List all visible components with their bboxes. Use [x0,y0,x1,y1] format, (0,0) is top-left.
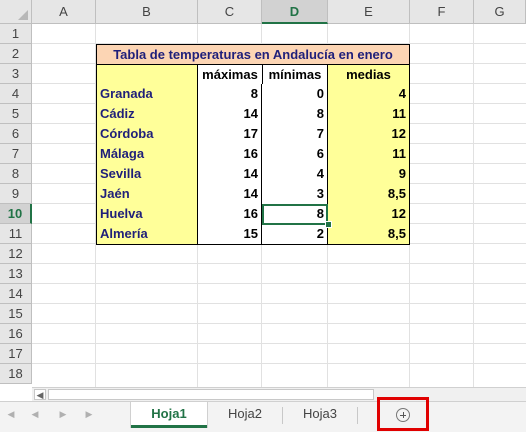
row-header-2[interactable]: 2 [0,44,32,64]
column-header-e[interactable]: E [328,0,410,24]
min-cell[interactable]: 4 [262,164,328,185]
max-cell[interactable]: 14 [198,104,262,125]
city-cell[interactable]: Sevilla [96,164,198,185]
header-minimas-cell[interactable]: mínimas [262,64,328,85]
sheet-tab-hoja1[interactable]: Hoja1 [131,402,207,428]
gridline [32,343,526,344]
plus-circle-icon[interactable] [396,408,410,422]
row-header-9[interactable]: 9 [0,184,32,204]
gridline [32,363,526,364]
gridline [32,263,526,264]
gridline [32,303,526,304]
table-title-cell[interactable]: Tabla de temperaturas en Andalucía en en… [96,44,410,65]
max-cell[interactable]: 15 [198,224,262,245]
column-header-b[interactable]: B [96,0,198,24]
min-cell[interactable]: 2 [262,224,328,245]
row-header-3[interactable]: 3 [0,64,32,84]
max-cell[interactable]: 14 [198,184,262,205]
column-header-f[interactable]: F [410,0,474,24]
min-cell[interactable]: 6 [262,144,328,165]
city-cell[interactable]: Málaga [96,144,198,165]
city-cell[interactable]: Cádiz [96,104,198,125]
add-sheet-button[interactable] [377,397,429,431]
row-header-11[interactable]: 11 [0,224,32,244]
row-header-8[interactable]: 8 [0,164,32,184]
column-header-a[interactable]: A [32,0,96,24]
max-cell[interactable]: 17 [198,124,262,145]
scroll-left-icon[interactable]: ◀ [34,389,46,400]
row-header-12[interactable]: 12 [0,244,32,264]
city-cell[interactable]: Almería [96,224,198,245]
avg-cell[interactable]: 9 [328,164,410,185]
header-medias-cell[interactable]: medias [327,64,410,85]
nav-first-icon[interactable]: ◀ [4,409,18,420]
header-maximas-cell[interactable]: máximas [197,64,263,85]
fill-handle[interactable] [325,221,332,228]
avg-cell[interactable]: 11 [328,104,410,125]
city-cell[interactable]: Granada [96,84,198,105]
max-cell[interactable]: 8 [198,84,262,105]
row-header-4[interactable]: 4 [0,84,32,104]
gridline [473,24,474,387]
row-header-17[interactable]: 17 [0,344,32,364]
sheet-tab-bar: ◀ ◀ ▶ ▶ Hoja1 Hoja2 Hoja3 [0,401,526,432]
gridline [32,323,526,324]
avg-cell[interactable]: 8,5 [328,184,410,205]
row-header-18[interactable]: 18 [0,364,32,384]
row-header-7[interactable]: 7 [0,144,32,164]
row-header-6[interactable]: 6 [0,124,32,144]
column-header-c[interactable]: C [198,0,262,24]
city-cell[interactable]: Córdoba [96,124,198,145]
row-header-16[interactable]: 16 [0,324,32,344]
worksheet[interactable]: A B C D E F G 1 2 3 4 5 6 7 8 9 10 11 12… [0,0,526,387]
row-header-15[interactable]: 15 [0,304,32,324]
header-empty-cell[interactable] [96,64,198,85]
nav-last-icon[interactable]: ▶ [82,409,96,420]
max-cell[interactable]: 14 [198,164,262,185]
min-cell[interactable]: 8 [262,104,328,125]
min-cell[interactable]: 3 [262,184,328,205]
scrollbar-thumb[interactable] [48,389,374,400]
sheet-tab-hoja2[interactable]: Hoja2 [208,402,282,428]
avg-cell[interactable]: 12 [328,124,410,145]
tab-divider [357,407,358,424]
nav-next-icon[interactable]: ▶ [56,409,70,420]
row-header-10[interactable]: 10 [0,204,32,224]
sheet-tab-hoja3[interactable]: Hoja3 [283,402,357,428]
avg-cell[interactable]: 8,5 [328,224,410,245]
avg-cell[interactable]: 4 [328,84,410,105]
city-cell[interactable]: Huelva [96,204,198,225]
row-header-13[interactable]: 13 [0,264,32,284]
row-header-1[interactable]: 1 [0,24,32,44]
row-header-5[interactable]: 5 [0,104,32,124]
horizontal-scrollbar[interactable]: ◀ [32,387,526,401]
min-cell[interactable]: 0 [262,84,328,105]
min-cell[interactable]: 8 [262,204,328,225]
avg-cell[interactable]: 11 [328,144,410,165]
min-cell[interactable]: 7 [262,124,328,145]
nav-prev-icon[interactable]: ◀ [28,409,42,420]
max-cell[interactable]: 16 [198,204,262,225]
row-header-14[interactable]: 14 [0,284,32,304]
column-header-g[interactable]: G [474,0,526,24]
max-cell[interactable]: 16 [198,144,262,165]
gridline [32,283,526,284]
column-header-d[interactable]: D [262,0,328,24]
city-cell[interactable]: Jaén [96,184,198,205]
select-all-corner[interactable] [0,0,32,24]
avg-cell[interactable]: 12 [328,204,410,225]
